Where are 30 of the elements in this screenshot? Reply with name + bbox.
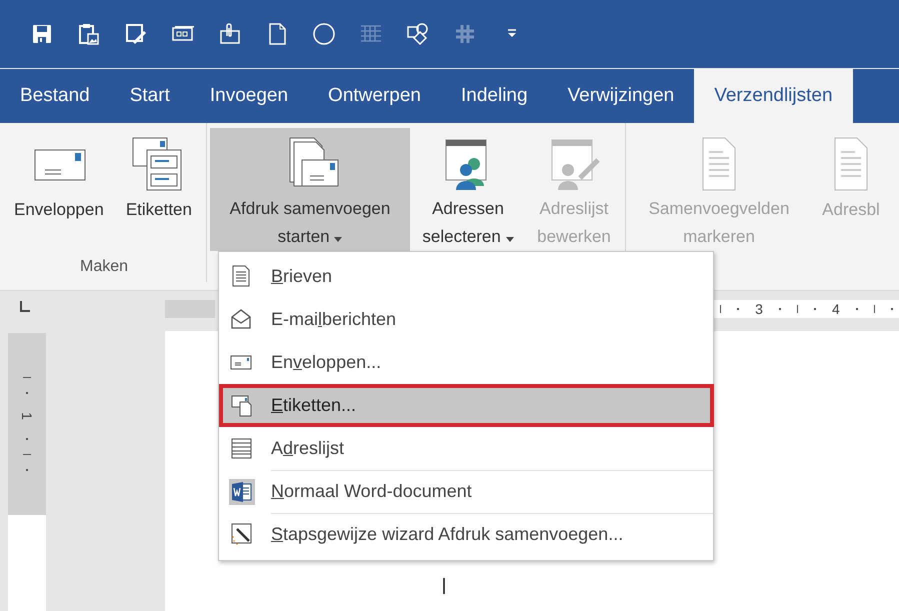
shapes-icon[interactable] (406, 22, 430, 46)
menu-item[interactable]: Adreslijst (219, 427, 713, 470)
ribbon-tab[interactable]: Verzendlijsten (694, 69, 853, 123)
clipboard-picture-icon[interactable] (77, 22, 101, 46)
ribbon-tab[interactable]: Invoegen (190, 69, 308, 123)
menu-item[interactable]: Etiketten... (219, 384, 714, 427)
menu-item[interactable]: Brieven (219, 255, 713, 298)
ribbon-button[interactable]: Adressen selecteren (412, 128, 524, 251)
caret-icon (334, 237, 342, 242)
caret-icon (506, 237, 514, 242)
ruler-number: 3 (755, 301, 763, 317)
ribbon-tab[interactable]: Ontwerpen (308, 69, 441, 123)
ribbon-tab[interactable]: Indeling (441, 69, 548, 123)
word-document-icon (229, 478, 255, 504)
menu-item[interactable]: E-mailberichten (219, 298, 713, 341)
ruler-number: 1 (19, 412, 35, 420)
ribbon-button[interactable]: Etiketten (114, 128, 203, 251)
group-label: Maken (78, 258, 130, 277)
ribbon-button[interactable]: Afdruk samenvoegen starten (210, 128, 410, 251)
ruler-number: 4 (832, 301, 840, 317)
ribbon-tab[interactable]: Bestand (0, 69, 110, 123)
text-cursor-icon (442, 578, 446, 594)
paperclip-document-icon[interactable] (218, 22, 242, 46)
ribbon-button[interactable]: Enveloppen (5, 128, 113, 251)
tab-stop-icon[interactable] (18, 299, 32, 313)
ribbon-tab[interactable]: Start (110, 69, 190, 123)
document-pen-icon[interactable] (124, 22, 148, 46)
ribbon-tab[interactable]: Verwijzingen (548, 69, 694, 123)
menu-item[interactable]: Enveloppen... (219, 341, 713, 384)
circle-icon[interactable] (312, 22, 336, 46)
